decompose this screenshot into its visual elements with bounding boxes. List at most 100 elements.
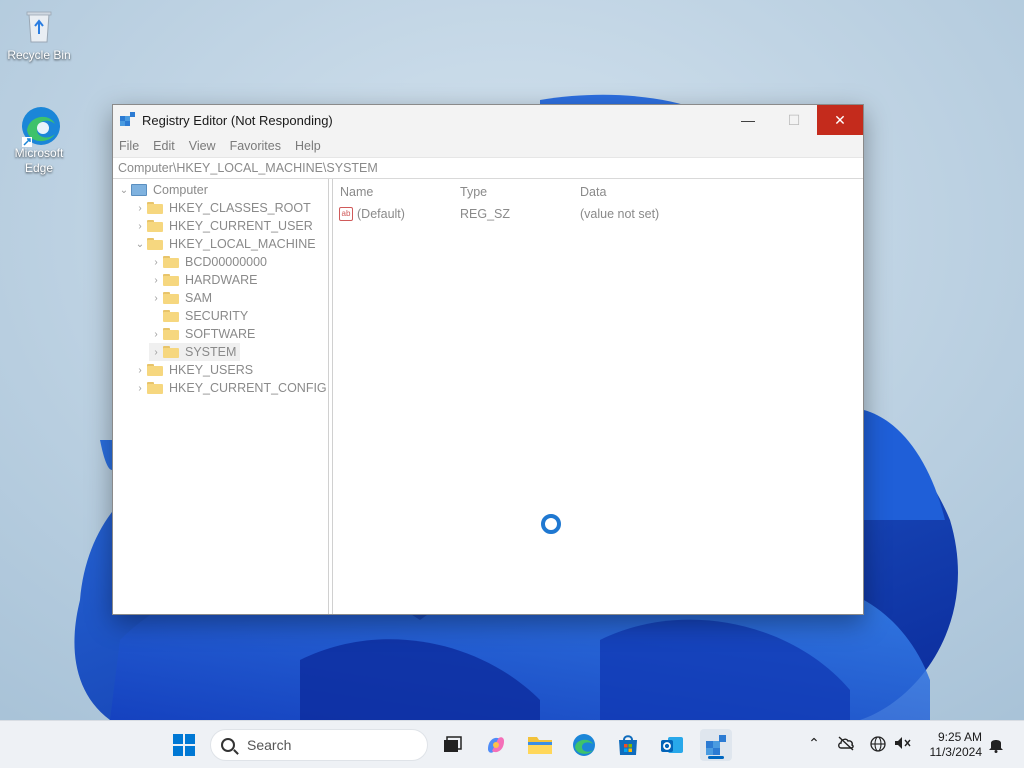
copilot-icon <box>488 737 504 753</box>
tree-node-label: SECURITY <box>185 309 249 323</box>
chevron-right-icon[interactable]: › <box>149 257 163 268</box>
folder-icon <box>163 274 179 286</box>
windows-logo-icon <box>173 734 195 756</box>
tree-node-hkey-users[interactable]: › HKEY_USERS <box>133 361 253 379</box>
tree-node-software[interactable]: › SOFTWARE <box>149 325 255 343</box>
edge-taskbar-button[interactable] <box>568 729 600 761</box>
folder-icon <box>147 220 163 232</box>
start-button[interactable] <box>168 729 200 761</box>
tree-node-system[interactable]: › SYSTEM <box>149 343 241 361</box>
tree-node-label: HKEY_USERS <box>169 363 254 377</box>
clock-date: 11/3/2024 <box>929 745 983 759</box>
edge-icon <box>573 734 595 756</box>
string-value-icon: ab <box>339 207 353 221</box>
window-title: Registry Editor (Not Responding) <box>142 112 333 128</box>
chevron-right-icon[interactable]: › <box>133 383 147 394</box>
chevron-right-icon[interactable]: › <box>133 365 147 376</box>
taskbar-search[interactable]: Search <box>210 729 428 761</box>
value-type: REG_SZ <box>460 207 511 221</box>
address-path: Computer\HKEY_LOCAL_MACHINE\SYSTEM <box>118 161 378 175</box>
edge-icon <box>19 104 60 147</box>
chevron-right-icon[interactable]: › <box>133 203 147 214</box>
minimize-button[interactable]: — <box>725 105 771 135</box>
values-list: Name Type Data ab (Default) REG_SZ (valu… <box>333 179 863 614</box>
menu-file[interactable]: File <box>119 139 139 153</box>
chevron-down-icon[interactable]: ⌄ <box>133 239 147 250</box>
folder-icon <box>528 737 552 754</box>
chevron-right-icon[interactable]: › <box>149 275 163 286</box>
task-view-icon <box>444 736 462 752</box>
search-icon <box>221 738 235 752</box>
tree-node-hardware[interactable]: › HARDWARE <box>149 271 257 289</box>
title-bar[interactable]: Registry Editor (Not Responding) — ☐ ✕ <box>113 105 863 135</box>
copilot-button[interactable] <box>480 729 512 761</box>
task-view-button[interactable] <box>436 729 468 761</box>
edge-desktop-icon[interactable]: Microsoft Edge <box>1 104 77 176</box>
recycle-bin-label: Recycle Bin <box>7 48 71 62</box>
chevron-right-icon[interactable]: › <box>133 221 147 232</box>
tree-node-label: Computer <box>153 183 208 197</box>
maximize-icon: ☐ <box>787 111 801 128</box>
notification-bell-icon[interactable] <box>986 735 1006 755</box>
close-icon: ✕ <box>834 111 846 128</box>
close-button[interactable]: ✕ <box>817 105 863 135</box>
maximize-button[interactable]: ☐ <box>771 105 817 135</box>
menu-edit[interactable]: Edit <box>153 139 175 153</box>
outlook-icon <box>661 737 683 753</box>
regedit-icon <box>120 112 136 128</box>
address-bar[interactable]: Computer\HKEY_LOCAL_MACHINE\SYSTEM <box>113 157 863 179</box>
chevron-up-icon[interactable]: ⌃ <box>804 735 824 755</box>
folder-icon <box>147 364 163 376</box>
column-header-name[interactable]: Name <box>340 185 373 199</box>
regedit-taskbar-button[interactable] <box>700 729 732 761</box>
menu-help[interactable]: Help <box>295 139 321 153</box>
tree-node-hkey-current-config[interactable]: › HKEY_CURRENT_CONFIG <box>133 379 327 397</box>
volume-muted-icon[interactable] <box>892 735 912 755</box>
tree-node-label: SOFTWARE <box>185 327 256 341</box>
outlook-button[interactable] <box>656 729 688 761</box>
tree-node-label: HKEY_CURRENT_CONFIG <box>169 381 327 395</box>
system-clock[interactable]: 9:25 AM 11/3/2024 <box>930 730 983 760</box>
tree-node-hkey-classes-root[interactable]: › HKEY_CLASSES_ROOT <box>133 199 311 217</box>
regedit-icon <box>706 735 726 755</box>
minimize-icon: — <box>741 112 755 128</box>
chevron-right-icon[interactable]: › <box>149 347 163 358</box>
content-panes: ⌄ Computer › HKEY_CLASSES_ROOT › HKEY_CU… <box>113 179 863 614</box>
store-button[interactable] <box>612 729 644 761</box>
folder-icon <box>147 202 163 214</box>
value-name[interactable]: (Default) <box>357 207 405 221</box>
registry-editor-window: Registry Editor (Not Responding) — ☐ ✕ F… <box>112 104 864 615</box>
folder-icon <box>147 382 163 394</box>
folder-icon <box>163 292 179 304</box>
edge-label: Microsoft Edge <box>14 146 64 175</box>
chevron-right-icon[interactable]: › <box>149 293 163 304</box>
menu-view[interactable]: View <box>189 139 216 153</box>
tree-node-hkey-local-machine[interactable]: ⌄ HKEY_LOCAL_MACHINE <box>133 235 316 253</box>
tree-node-label: SYSTEM <box>185 345 237 359</box>
tree-node-security[interactable]: SECURITY <box>149 307 248 325</box>
cloud-offline-icon[interactable] <box>836 735 856 755</box>
tree-node-hkey-current-user[interactable]: › HKEY_CURRENT_USER <box>133 217 313 235</box>
tree-node-label: SAM <box>185 291 213 305</box>
computer-icon <box>131 184 147 196</box>
column-header-type[interactable]: Type <box>460 185 487 199</box>
tree-node-computer[interactable]: ⌄ Computer <box>117 181 208 199</box>
search-placeholder: Search <box>247 737 292 753</box>
column-header-data[interactable]: Data <box>580 185 606 199</box>
folder-icon <box>163 310 179 322</box>
tree-node-bcd[interactable]: › BCD00000000 <box>149 253 267 271</box>
recycle-bin-desktop-icon[interactable]: Recycle Bin <box>1 6 77 63</box>
chevron-right-icon[interactable]: › <box>149 329 163 340</box>
menu-bar: File Edit View Favorites Help <box>113 135 863 157</box>
store-icon <box>619 735 637 755</box>
busy-spinner-icon <box>541 514 561 534</box>
value-data: (value not set) <box>580 207 660 221</box>
menu-favorites[interactable]: Favorites <box>230 139 281 153</box>
tree-node-label: HKEY_CURRENT_USER <box>169 219 313 233</box>
globe-icon[interactable] <box>868 735 888 755</box>
tree-node-sam[interactable]: › SAM <box>149 289 212 307</box>
file-explorer-button[interactable] <box>524 729 556 761</box>
key-tree: ⌄ Computer › HKEY_CLASSES_ROOT › HKEY_CU… <box>113 179 329 614</box>
tree-node-label: HKEY_CLASSES_ROOT <box>169 201 311 215</box>
chevron-down-icon[interactable]: ⌄ <box>117 185 131 196</box>
